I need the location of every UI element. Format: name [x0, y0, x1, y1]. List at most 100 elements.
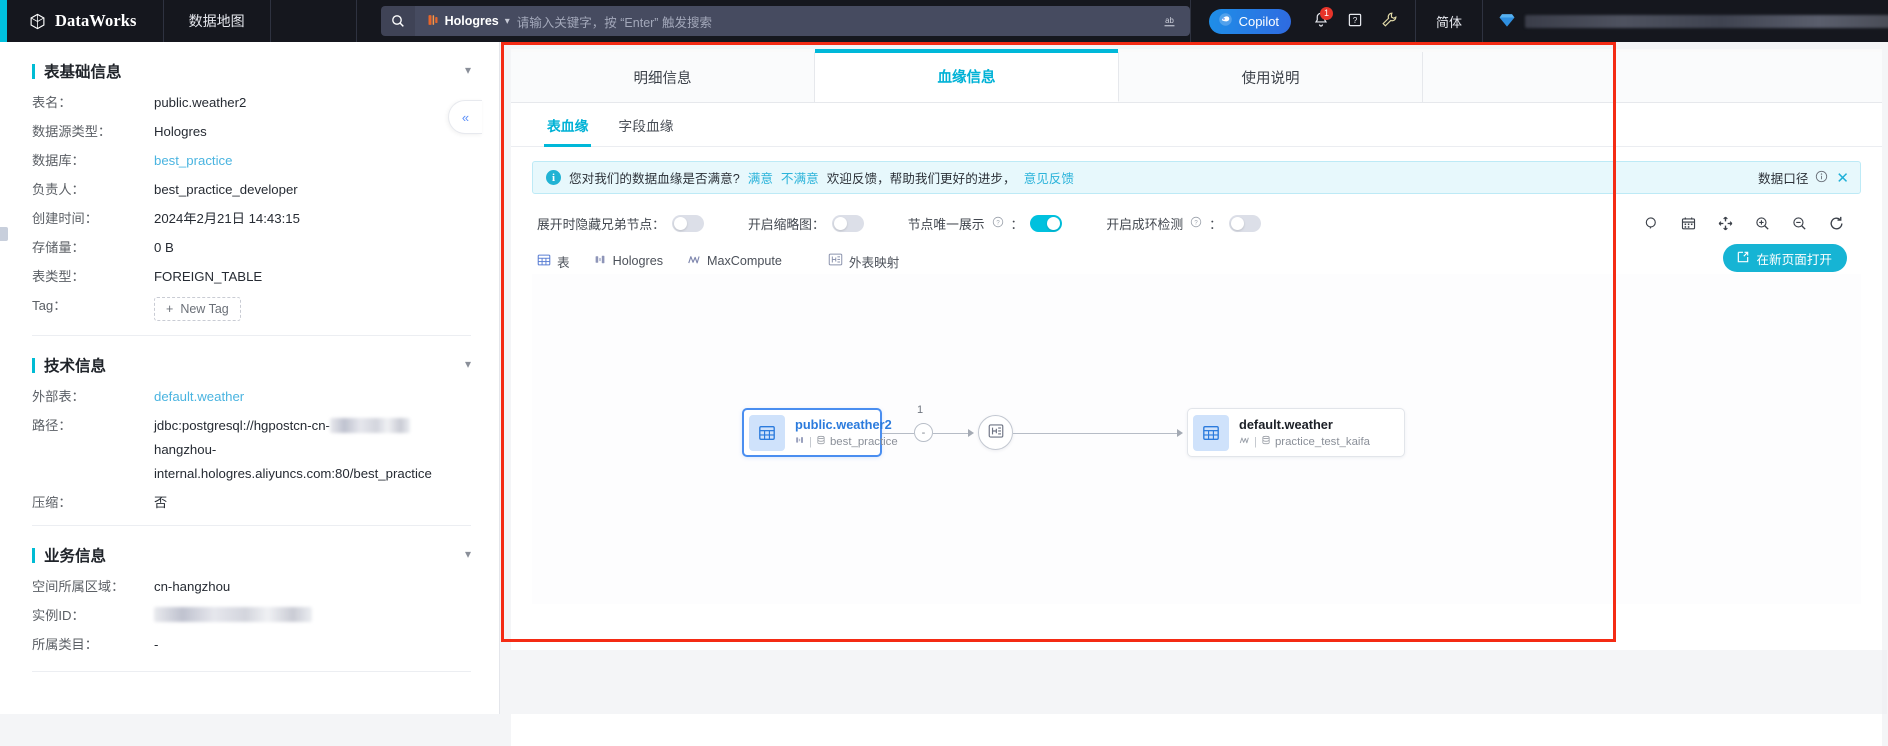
section-header-business-info[interactable]: 业务信息 ▾ [32, 532, 471, 578]
chevron-down-icon[interactable]: ▾ [465, 357, 471, 371]
tab-usage-notes[interactable]: 使用说明 [1119, 52, 1423, 102]
control-cycle-detection[interactable]: 开启成环检测 ? ： [1106, 214, 1261, 233]
node-text-block: default.weather | practice_test_kaifa [1239, 417, 1384, 449]
node-title[interactable]: public.weather2 [795, 417, 898, 432]
tools-button[interactable] [1372, 0, 1406, 42]
search-input[interactable]: Hologres ▾ 请输入关键字，按 “Enter” 触发搜索 [414, 6, 1150, 36]
global-search[interactable]: Hologres ▾ 请输入关键字，按 “Enter” 触发搜索 ab [380, 0, 1190, 42]
info-row-label: 空间所属区域： [32, 579, 125, 594]
subtab-table-lineage[interactable]: 表血缘 [543, 103, 592, 147]
edge-count-label: 1 [917, 404, 924, 416]
graph-legend: 表 Hologres MaxCompute 外表映射 在新页面打开 [532, 244, 1861, 274]
divider [32, 335, 471, 336]
control-minimap[interactable]: 开启缩略图： [748, 214, 864, 233]
info-row-label: 数据源类型： [32, 124, 112, 139]
control-unique-node[interactable]: 节点唯一展示 ? ： [908, 214, 1063, 233]
edge-segment [1013, 433, 1179, 434]
tab-detail-info[interactable]: 明细信息 [511, 52, 815, 102]
open-in-new-page-button[interactable]: 在新页面打开 [1723, 244, 1847, 272]
edge-count-badge[interactable]: - [914, 423, 933, 442]
info-row-value: - [154, 637, 159, 652]
lineage-card: 明细信息 血缘信息 使用说明 表血缘 字段血缘 i 您对我们的数据血缘是否满意?… [511, 49, 1882, 746]
subtab-field-lineage[interactable]: 字段血缘 [618, 103, 673, 147]
node-title[interactable]: default.weather [1239, 417, 1370, 432]
copilot-button[interactable]: Copilot [1208, 8, 1292, 34]
nav-item-data-map[interactable]: 数据地图 [164, 0, 271, 42]
add-new-tag-label: New Tag [180, 301, 229, 316]
fit-screen-icon[interactable] [1717, 215, 1734, 232]
toggle-hide-siblings[interactable] [671, 214, 704, 232]
help-circle-icon[interactable]: ? [1190, 216, 1202, 231]
instance-id-masked [154, 607, 312, 622]
feedback-submit-link[interactable]: 意见反馈 [1024, 168, 1074, 187]
node-subtitle: | practice_test_kaifa [1239, 435, 1370, 449]
calendar-icon[interactable] [1680, 215, 1697, 232]
info-row-label: 表类型： [32, 269, 85, 284]
lineage-node-target[interactable]: default.weather | practice_test_kaifa [1187, 408, 1405, 457]
data-definition-link[interactable]: 数据口径 [1758, 168, 1828, 187]
search-engine-selector[interactable]: Hologres ▾ [427, 14, 510, 29]
search-node-icon[interactable] [1643, 215, 1660, 232]
tabs-filler [1423, 52, 1882, 102]
database-link[interactable]: best_practice [154, 152, 232, 169]
maxcompute-icon [687, 253, 701, 270]
info-circle-icon: i [546, 170, 561, 185]
lineage-graph-canvas[interactable]: public.weather2 | best_practice 1 - defa… [532, 274, 1861, 604]
sidebar-edge-handle[interactable] [0, 227, 8, 241]
help-circle-icon[interactable]: ? [992, 216, 1004, 231]
database-icon [1261, 435, 1271, 448]
ab-translate-icon[interactable]: ab [1149, 6, 1190, 36]
info-outline-icon[interactable] [1815, 170, 1828, 186]
search-icon[interactable] [380, 6, 415, 36]
refresh-icon[interactable] [1828, 215, 1845, 232]
table-grid-icon [537, 253, 551, 270]
feedback-banner: i 您对我们的数据血缘是否满意? 满意 不满意 欢迎反馈，帮助我们更好的进步， … [532, 161, 1861, 194]
toggle-unique-node[interactable] [1030, 214, 1063, 232]
info-row: 负责人： best_practice_developer [32, 181, 471, 198]
external-table-link[interactable]: default.weather [154, 388, 244, 405]
notification-badge-count: 1 [1320, 7, 1334, 20]
feedback-unsatisfied-link[interactable]: 不满意 [781, 168, 819, 187]
user-account-area[interactable] [1483, 10, 1888, 33]
accent-edge [0, 0, 7, 42]
chevron-down-icon[interactable]: ▾ [465, 63, 471, 77]
language-switcher[interactable]: 简体 [1415, 0, 1484, 42]
info-row-path-cont: hangzhou- [32, 441, 471, 458]
business-info-rows: 空间所属区域： cn-hangzhou 实例ID： 所属类目： - [32, 578, 471, 653]
notifications-button[interactable]: 1 [1304, 0, 1338, 42]
divider [32, 671, 471, 672]
info-row-value: 2024年2月21日 14:43:15 [154, 211, 300, 226]
control-label: 展开时隐藏兄弟节点： [537, 216, 665, 232]
search-placeholder-text: 请输入关键字，按 “Enter” 触发搜索 [516, 15, 712, 30]
help-button[interactable]: ? [1338, 0, 1372, 42]
toggle-cycle-detection[interactable] [1228, 214, 1261, 232]
copilot-icon [1218, 12, 1233, 30]
info-row: 存储量： 0 B [32, 239, 471, 256]
svg-text:?: ? [1194, 220, 1198, 226]
double-chevron-left-icon: « [461, 109, 470, 125]
wrench-icon [1380, 10, 1399, 32]
chevron-down-icon[interactable]: ▾ [465, 547, 471, 561]
lineage-node-external-mapping[interactable] [978, 415, 1013, 450]
technical-info-rows: 外部表： default.weather 路径： jdbc:postgresql… [32, 388, 471, 511]
hologres-icon [427, 14, 439, 29]
zoom-out-icon[interactable] [1791, 215, 1808, 232]
sidebar-collapse-button[interactable]: « [448, 100, 482, 134]
toggle-minimap[interactable] [831, 214, 864, 232]
section-header-technical-info[interactable]: 技术信息 ▾ [32, 342, 471, 388]
brand-home-link[interactable]: DataWorks [7, 0, 164, 42]
feedback-satisfied-link[interactable]: 满意 [748, 168, 773, 187]
legend-label: MaxCompute [707, 254, 782, 268]
lineage-node-source[interactable]: public.weather2 | best_practice [742, 408, 898, 457]
control-hide-siblings[interactable]: 展开时隐藏兄弟节点： [537, 214, 704, 233]
vertical-scrollbar[interactable] [1882, 650, 1887, 714]
tab-lineage-info[interactable]: 血缘信息 [815, 49, 1119, 102]
section-header-basic-info[interactable]: 表基础信息 ▾ [32, 48, 471, 94]
info-row-label: Tag： [32, 298, 67, 313]
banner-close-button[interactable]: ✕ [1836, 169, 1849, 187]
add-new-tag-button[interactable]: + New Tag [154, 297, 241, 321]
legend-item-hologres: Hologres [594, 253, 663, 269]
info-row: 压缩： 否 [32, 494, 471, 511]
zoom-in-icon[interactable] [1754, 215, 1771, 232]
chevron-down-icon[interactable]: ▾ [505, 16, 510, 27]
